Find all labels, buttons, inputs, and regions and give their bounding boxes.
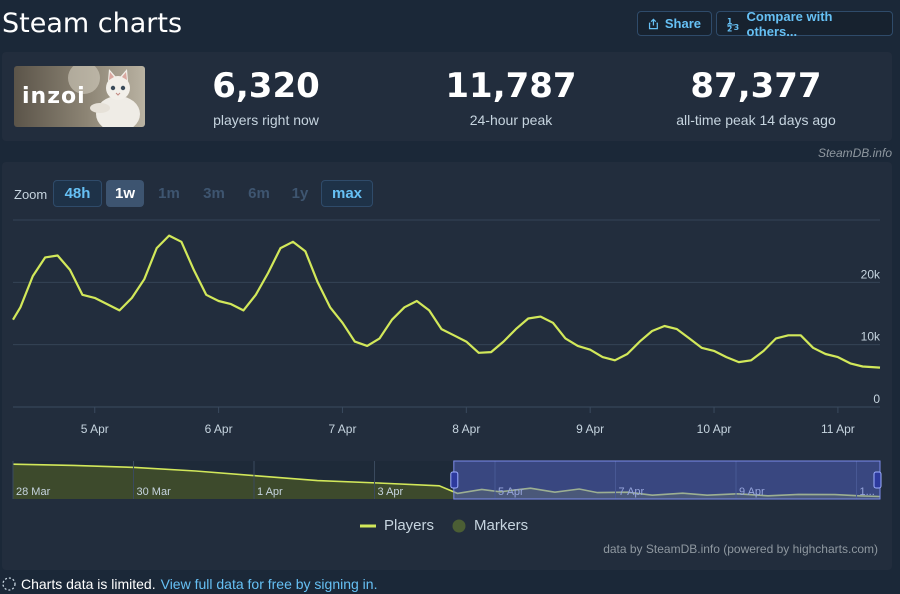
x-tick-label: 10 Apr: [697, 422, 732, 436]
zoom-6m-button[interactable]: 6m: [242, 180, 276, 207]
page-title: Steam charts: [2, 8, 183, 39]
legend-players-label: Players: [384, 517, 435, 534]
logo-text: inzoi: [22, 84, 86, 109]
x-tick-label: 5 Apr: [81, 422, 109, 436]
x-tick-label: 8 Apr: [452, 422, 480, 436]
x-tick-label: 6 Apr: [205, 422, 233, 436]
stat-current-value: 6,320: [212, 66, 320, 106]
navigator-handle-right[interactable]: [873, 471, 882, 489]
legend-markers[interactable]: Markers: [452, 517, 528, 534]
svg-text:3: 3: [734, 22, 739, 31]
navigator-tick-label: 28 Mar: [16, 486, 51, 498]
zoom-label: Zoom: [14, 187, 48, 202]
navigator-handle-left[interactable]: [450, 471, 459, 489]
stats-card: inzoi 6,320 players right now 11,787 24-…: [2, 52, 892, 141]
stat-alltime: 87,377 all-time peak 14 days ago: [646, 66, 866, 128]
legend-players[interactable]: Players: [360, 517, 434, 534]
dashed-circle-icon: [2, 577, 16, 591]
zoom-max-button[interactable]: max: [321, 180, 373, 207]
share-icon: [648, 17, 658, 29]
footer-text: Charts data is limited.: [21, 576, 156, 592]
players-series-line[interactable]: [12, 234, 881, 369]
compare-icon: 1 2 3: [727, 17, 739, 32]
navigator-tick-label: 3 Apr: [378, 486, 404, 498]
svg-text:2: 2: [727, 24, 732, 31]
stat-peak24-label: 24-hour peak: [469, 112, 553, 128]
line-swatch-icon: [360, 524, 376, 527]
stat-current: 6,320 players right now: [156, 66, 376, 128]
circle-swatch-icon: [452, 519, 466, 532]
chart-credit: data by SteamDB.info (powered by highcha…: [603, 542, 878, 556]
share-button[interactable]: Share: [637, 11, 712, 36]
legend-markers-label: Markers: [474, 517, 529, 534]
zoom-1y-button[interactable]: 1y: [285, 180, 315, 207]
main-chart: 0 10k 20k 5 Apr 6 Apr 7 Apr 8 Apr 9 Apr 10 Apr 1…: [12, 219, 882, 500]
game-logo[interactable]: inzoi: [14, 66, 145, 127]
navigator-selection[interactable]: [453, 460, 881, 500]
stat-peak24: 11,787 24-hour peak: [401, 66, 621, 128]
x-tick-label: 11 Apr: [821, 422, 855, 436]
zoom-48h-button[interactable]: 48h: [53, 180, 102, 207]
stat-alltime-label: all-time peak 14 days ago: [676, 112, 836, 128]
x-tick-label: 7 Apr: [328, 422, 356, 436]
signin-link[interactable]: View full data for free by signing in.: [161, 576, 378, 592]
y-tick-label: 10k: [861, 330, 881, 344]
y-tick-label: 20k: [861, 267, 881, 281]
compare-button[interactable]: 1 2 3 Compare with others...: [716, 8, 893, 39]
stat-peak24-value: 11,787: [445, 66, 577, 106]
chart-card: 0 10k 20k 5 Apr 6 Apr 7 Apr 8 Apr 9 Apr 10 Apr 1…: [2, 162, 892, 570]
stat-current-label: players right now: [213, 112, 319, 128]
stat-alltime-value: 87,377: [690, 66, 822, 106]
navigator-tick-label: 30 Mar: [137, 486, 172, 498]
zoom-1w-button[interactable]: 1w: [106, 180, 144, 207]
navigator-tick-label: 1 Apr: [257, 486, 283, 498]
y-tick-label: 0: [873, 392, 880, 406]
zoom-3m-button[interactable]: 3m: [197, 180, 231, 207]
x-tick-label: 9 Apr: [576, 422, 604, 436]
zoom-1m-button[interactable]: 1m: [152, 180, 186, 207]
share-label: Share: [664, 16, 701, 31]
compare-label: Compare with others...: [746, 8, 833, 39]
footer-note: Charts data is limited. View full data f…: [2, 576, 377, 592]
source-tag: SteamDB.info: [817, 146, 892, 160]
